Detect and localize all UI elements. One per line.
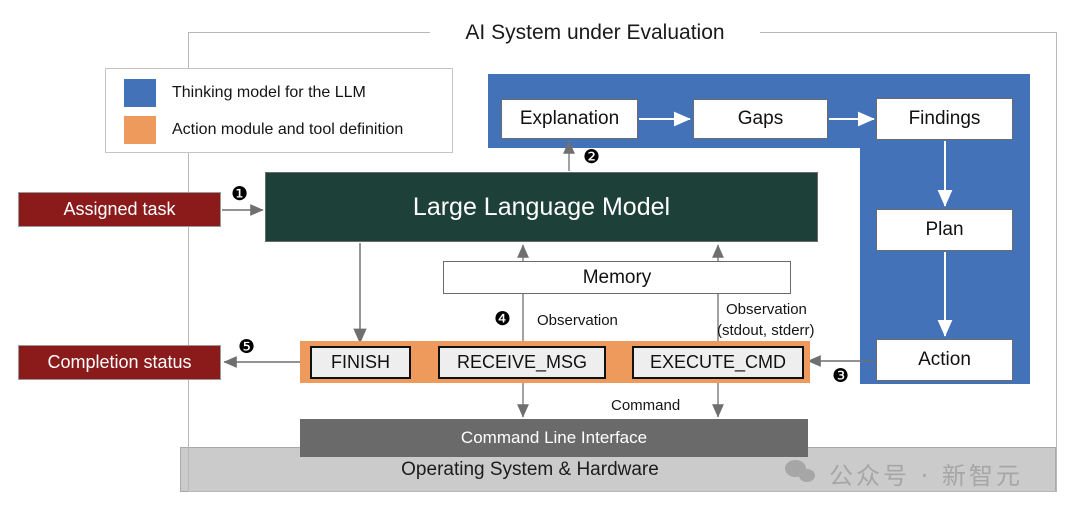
- tool-finish[interactable]: FINISH: [310, 346, 411, 379]
- page-title: AI System under Evaluation: [430, 17, 760, 49]
- diagram-canvas: AI System under Evaluation Large Languag…: [0, 0, 1080, 529]
- node-plan[interactable]: Plan: [876, 209, 1013, 251]
- legend-item-action-module-label: Action module and tool definition: [172, 121, 404, 138]
- step-marker-5: ❺: [238, 336, 256, 358]
- node-explanation[interactable]: Explanation: [501, 99, 638, 139]
- legend-item-action-module: Action module and tool definition: [124, 115, 403, 145]
- tool-execute-cmd[interactable]: EXECUTE_CMD: [632, 346, 804, 379]
- assigned-task-box[interactable]: Assigned task: [18, 192, 221, 227]
- node-gaps[interactable]: Gaps: [693, 99, 828, 139]
- operating-system-label: Operating System & Hardware: [401, 459, 659, 480]
- tool-receive-msg[interactable]: RECEIVE_MSG: [438, 346, 606, 379]
- edge-label-command: Command: [611, 397, 681, 414]
- node-plan-label: Plan: [925, 219, 964, 240]
- memory-box[interactable]: Memory: [443, 261, 791, 294]
- completion-status-label: Completion status: [47, 352, 192, 372]
- blue-swatch-icon: [124, 79, 156, 107]
- assigned-task-label: Assigned task: [63, 199, 176, 219]
- watermark: 公众号 · 新智元: [785, 455, 1057, 491]
- watermark-text: 公众号 · 新智元: [829, 461, 1023, 490]
- step-marker-1: ❶: [231, 183, 249, 205]
- node-action-label: Action: [918, 349, 971, 370]
- wechat-icon: [785, 460, 819, 486]
- tool-finish-label: FINISH: [330, 352, 390, 372]
- tool-receive-msg-label: RECEIVE_MSG: [456, 352, 588, 372]
- legend: Thinking model for the LLM Action module…: [105, 68, 453, 153]
- step-marker-2: ❷: [583, 146, 601, 168]
- legend-item-thinking-model: Thinking model for the LLM: [124, 78, 366, 108]
- step-marker-3: ❸: [832, 365, 850, 387]
- node-gaps-label: Gaps: [737, 108, 784, 129]
- node-findings-label: Findings: [908, 108, 981, 129]
- legend-item-thinking-model-label: Thinking model for the LLM: [172, 84, 366, 101]
- large-language-model-label: Large Language Model: [412, 193, 671, 221]
- completion-status-box[interactable]: Completion status: [18, 345, 221, 380]
- tool-execute-cmd-label: EXECUTE_CMD: [649, 352, 787, 372]
- edge-label-observation: Observation: [537, 312, 618, 329]
- memory-label: Memory: [582, 266, 652, 288]
- step-marker-4: ❹: [494, 308, 512, 330]
- orange-swatch-icon: [124, 116, 156, 144]
- node-action[interactable]: Action: [876, 339, 1013, 381]
- edge-label-observation-streams-2: (stdout, stderr): [717, 322, 815, 339]
- edge-label-observation-streams-1: Observation: [726, 301, 807, 318]
- node-explanation-label: Explanation: [519, 108, 620, 129]
- node-findings[interactable]: Findings: [876, 98, 1013, 140]
